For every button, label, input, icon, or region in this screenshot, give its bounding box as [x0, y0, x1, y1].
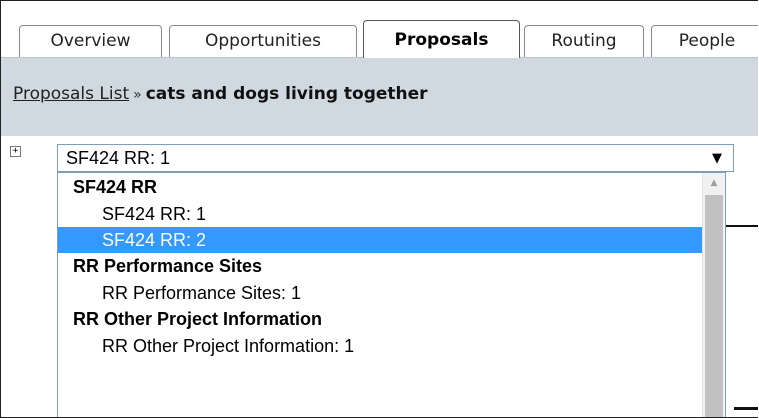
tab-routing[interactable]: Routing — [524, 25, 644, 57]
form-select[interactable]: SF424 RR: 1 ▼ — [57, 144, 734, 172]
option-group-sf424-rr: SF424 RR — [73, 177, 158, 197]
breadcrumb: Proposals List» cats and dogs living toge… — [13, 84, 428, 104]
background-rule-bottom — [734, 407, 758, 410]
expand-icon[interactable]: + — [10, 146, 21, 157]
tab-opportunities[interactable]: Opportunities — [169, 25, 357, 57]
form-select-value: SF424 RR: 1 — [66, 148, 171, 168]
option-group-rr-other-project-information: RR Other Project Information — [73, 309, 323, 329]
scroll-up-arrow-icon[interactable]: ▲ — [703, 173, 725, 193]
option-rr-performance-sites-1[interactable]: RR Performance Sites: 1 — [58, 280, 702, 306]
dropdown-scrollbar[interactable]: ▲ — [702, 173, 725, 417]
option-group-rr-performance-sites: RR Performance Sites — [73, 256, 263, 276]
tab-overview[interactable]: Overview — [19, 25, 162, 57]
breadcrumb-separator: » — [133, 87, 142, 103]
background-rule-top — [724, 225, 758, 227]
form-select-dropdown: SF424 RR SF424 RR: 1 SF424 RR: 2 RR Perf… — [57, 172, 726, 417]
breadcrumb-link-proposals-list[interactable]: Proposals List — [13, 84, 129, 104]
tab-strip: Overview Opportunities Routing People Pr… — [1, 1, 758, 58]
scrollbar-thumb[interactable] — [705, 195, 723, 417]
breadcrumb-bar: Proposals List» cats and dogs living toge… — [1, 58, 758, 136]
chevron-down-icon[interactable]: ▼ — [712, 151, 722, 166]
content-area: + SF424 RR: 1 ▼ SF424 RR SF424 RR: 1 SF4… — [1, 136, 758, 417]
tab-proposals[interactable]: Proposals — [363, 20, 520, 58]
option-rr-other-project-information-1[interactable]: RR Other Project Information: 1 — [58, 333, 702, 359]
breadcrumb-current: cats and dogs living together — [145, 84, 428, 104]
app-frame: Overview Opportunities Routing People Pr… — [0, 0, 758, 418]
tab-people[interactable]: People — [651, 25, 758, 57]
option-sf424-rr-1[interactable]: SF424 RR: 1 — [58, 201, 702, 227]
option-sf424-rr-2[interactable]: SF424 RR: 2 — [58, 227, 702, 253]
